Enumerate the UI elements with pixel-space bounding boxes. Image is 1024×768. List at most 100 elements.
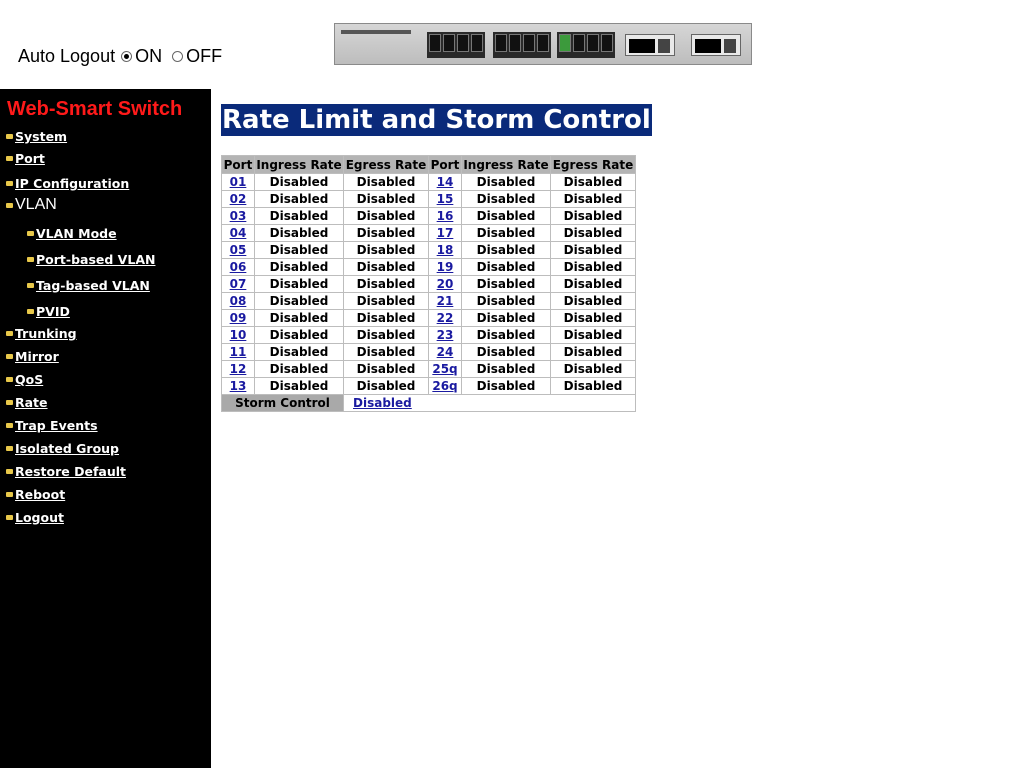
nav-item-reboot[interactable]: Reboot [6, 487, 65, 502]
ingress-rate-cell: Disabled [462, 344, 550, 360]
nav-link-vlan-mode[interactable]: VLAN Mode [36, 226, 117, 241]
nav-link-pvid[interactable]: PVID [36, 304, 70, 319]
port-link[interactable]: 05 [230, 243, 247, 257]
nav-link-ip-configuration[interactable]: IP Configuration [15, 176, 129, 191]
egress-rate-cell: Disabled [344, 174, 428, 190]
nav-item-rate[interactable]: Rate [6, 395, 48, 410]
ingress-rate-cell: Disabled [255, 276, 343, 292]
table-row: 11 Disabled Disabled 24 Disabled Disabled [222, 344, 635, 360]
ingress-rate-cell: Disabled [462, 293, 550, 309]
nav-item-system[interactable]: System [6, 129, 67, 144]
port-link[interactable]: 20 [437, 277, 454, 291]
egress-rate-cell: Disabled [344, 225, 428, 241]
port-link[interactable]: 02 [230, 192, 247, 206]
nav-link-port-based-vlan[interactable]: Port-based VLAN [36, 252, 155, 267]
nav-item-pvid[interactable]: PVID [27, 304, 70, 319]
port-link[interactable]: 10 [230, 328, 247, 342]
storm-control-link[interactable]: Disabled [353, 396, 412, 410]
nav-link-restore-default[interactable]: Restore Default [15, 464, 126, 479]
port-link[interactable]: 15 [437, 192, 454, 206]
ingress-rate-cell: Disabled [255, 378, 343, 394]
nav-link-qos[interactable]: QoS [15, 372, 43, 387]
table-row: 07 Disabled Disabled 20 Disabled Disabled [222, 276, 635, 292]
nav-item-vlan-mode[interactable]: VLAN Mode [27, 226, 117, 241]
folder-icon [27, 257, 34, 262]
port-link[interactable]: 09 [230, 311, 247, 325]
port-link[interactable]: 03 [230, 209, 247, 223]
port-link[interactable]: 13 [230, 379, 247, 393]
port-link[interactable]: 12 [230, 362, 247, 376]
nav-link-port[interactable]: Port [15, 151, 45, 166]
ingress-rate-cell: Disabled [462, 191, 550, 207]
nav-link-tag-based-vlan[interactable]: Tag-based VLAN [36, 278, 150, 293]
egress-rate-cell: Disabled [551, 276, 635, 292]
nav-link-rate[interactable]: Rate [15, 395, 48, 410]
nav-item-port-based-vlan[interactable]: Port-based VLAN [27, 252, 155, 267]
ingress-rate-cell: Disabled [255, 310, 343, 326]
port-cell: 01 [222, 174, 254, 190]
port-cell: 05 [222, 242, 254, 258]
port-link[interactable]: 24 [437, 345, 454, 359]
table-row: 09 Disabled Disabled 22 Disabled Disabled [222, 310, 635, 326]
nav-link-reboot[interactable]: Reboot [15, 487, 65, 502]
port-link[interactable]: 01 [230, 175, 247, 189]
auto-logout-on-label[interactable]: ON [135, 46, 162, 67]
folder-icon [6, 202, 13, 208]
port-link[interactable]: 08 [230, 294, 247, 308]
port-link[interactable]: 17 [437, 226, 454, 240]
brand-title: Web-Smart Switch [7, 98, 183, 120]
nav-link-isolated-group[interactable]: Isolated Group [15, 441, 119, 456]
port-link[interactable]: 16 [437, 209, 454, 223]
port-link[interactable]: 23 [437, 328, 454, 342]
nav-link-system[interactable]: System [15, 129, 67, 144]
column-header-egress-rate: Egress Rate [344, 156, 428, 173]
port-link[interactable]: 19 [437, 260, 454, 274]
port-cell: 16 [429, 208, 461, 224]
nav-item-isolated-group[interactable]: Isolated Group [6, 441, 119, 456]
port-link[interactable]: 22 [437, 311, 454, 325]
switch-front-panel-image [334, 23, 752, 65]
nav-item-restore-default[interactable]: Restore Default [6, 464, 126, 479]
table-row: 04 Disabled Disabled 17 Disabled Disabled [222, 225, 635, 241]
nav-link-logout[interactable]: Logout [15, 510, 64, 525]
egress-rate-cell: Disabled [551, 174, 635, 190]
nav-item-trunking[interactable]: Trunking [6, 326, 77, 341]
ingress-rate-cell: Disabled [462, 225, 550, 241]
folder-icon [6, 446, 13, 451]
nav-link-vlan[interactable]: VLAN [15, 196, 57, 214]
table-row: 12 Disabled Disabled 25q Disabled Disabled [222, 361, 635, 377]
egress-rate-cell: Disabled [344, 259, 428, 275]
folder-icon [6, 134, 13, 139]
port-link[interactable]: 14 [437, 175, 454, 189]
port-link[interactable]: 11 [230, 345, 247, 359]
nav-item-vlan[interactable]: VLAN [6, 196, 57, 214]
auto-logout-on-radio[interactable] [121, 51, 133, 62]
nav-item-qos[interactable]: QoS [6, 372, 43, 387]
folder-icon [6, 377, 13, 382]
ingress-rate-cell: Disabled [255, 344, 343, 360]
nav-item-ip-configuration[interactable]: IP Configuration [6, 176, 129, 191]
port-cell: 03 [222, 208, 254, 224]
nav-item-mirror[interactable]: Mirror [6, 349, 59, 364]
nav-link-trunking[interactable]: Trunking [15, 326, 77, 341]
nav-item-logout[interactable]: Logout [6, 510, 64, 525]
port-link[interactable]: 21 [437, 294, 454, 308]
port-link[interactable]: 04 [230, 226, 247, 240]
nav-item-port[interactable]: Port [6, 151, 45, 166]
auto-logout-off-radio[interactable] [172, 51, 184, 62]
port-link[interactable]: 06 [230, 260, 247, 274]
nav-item-tag-based-vlan[interactable]: Tag-based VLAN [27, 278, 150, 293]
port-link[interactable]: 07 [230, 277, 247, 291]
folder-icon [6, 156, 13, 161]
nav-link-mirror[interactable]: Mirror [15, 349, 59, 364]
port-link[interactable]: 25q [432, 362, 457, 376]
auto-logout-off-label[interactable]: OFF [186, 46, 222, 67]
nav-item-trap-events[interactable]: Trap Events [6, 418, 98, 433]
column-header-ingress-rate: Ingress Rate [255, 156, 343, 173]
egress-rate-cell: Disabled [551, 310, 635, 326]
egress-rate-cell: Disabled [344, 276, 428, 292]
nav-link-trap-events[interactable]: Trap Events [15, 418, 98, 433]
port-link[interactable]: 18 [437, 243, 454, 257]
port-link[interactable]: 26q [432, 379, 457, 393]
egress-rate-cell: Disabled [344, 242, 428, 258]
